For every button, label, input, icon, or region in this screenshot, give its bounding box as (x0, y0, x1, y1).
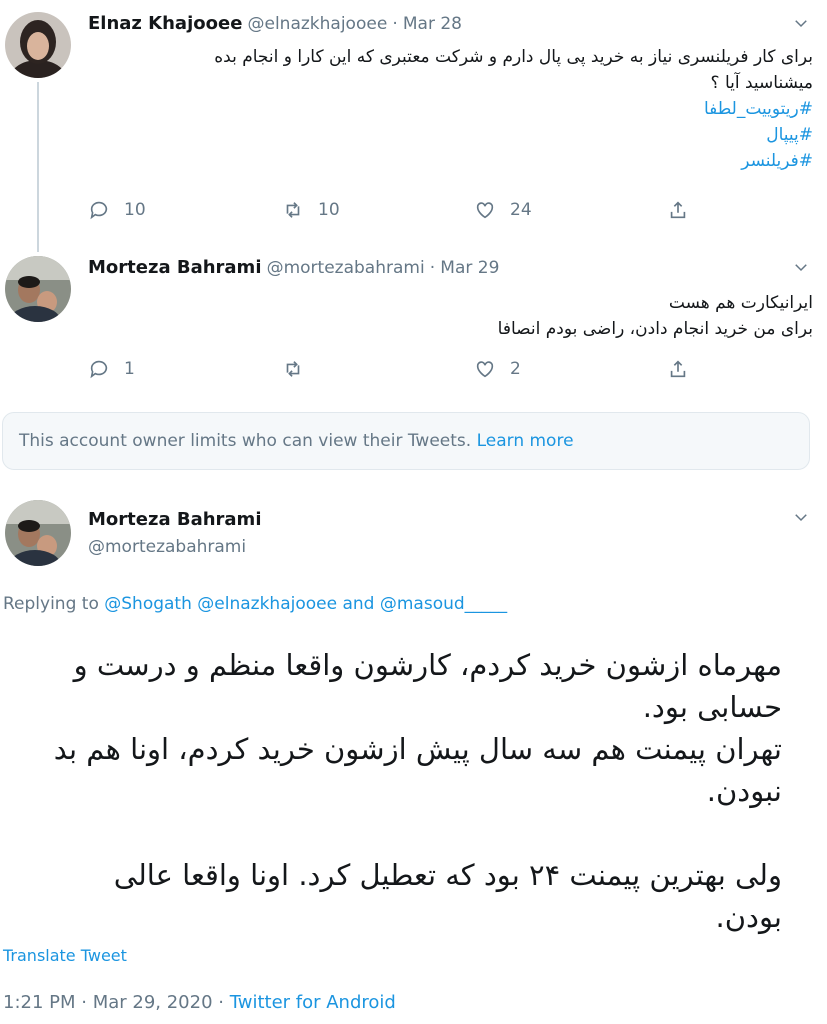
replying-and: and (342, 594, 375, 614)
heart-icon (476, 202, 494, 219)
tweet1-header: Elnaz Khajooee @elnazkhajooee · Mar 28 (88, 13, 462, 34)
tweet2-text: ایرانیکارت هم هست برای من خرید انجام داد… (100, 290, 813, 342)
reply-count: 1 (124, 359, 135, 379)
avatar-elnaz[interactable] (5, 12, 71, 78)
tweet-text-line: میشناسید آیا ؟ (710, 73, 813, 93)
author-name[interactable]: Morteza Bahrami (88, 509, 262, 530)
tweet2-header: Morteza Bahrami @mortezabahrami · Mar 29 (88, 257, 499, 278)
main-tweet-text: مهرماه ازشون خرید کردم، کارشون واقعا منظ… (30, 644, 782, 938)
tweet-text-line: ولی بهترین پیمنت ۲۴ بود که تعطیل کرد. او… (113, 858, 782, 892)
tweet-text-line: برای کار فریلنسری نیاز به خرید پی پال دا… (214, 47, 813, 67)
author-handle[interactable]: @mortezabahrami (267, 258, 425, 278)
reply-icon (90, 201, 108, 220)
heart-icon (476, 361, 494, 378)
share-button[interactable] (667, 358, 703, 380)
tweet-timestamp[interactable]: 1:21 PM · Mar 29, 2020 · (3, 992, 224, 1013)
hashtag-link[interactable]: #فریلنسر (100, 148, 813, 174)
replying-prefix: Replying to (3, 594, 99, 614)
reply-button[interactable]: 1 (88, 358, 135, 380)
chevron-down-icon[interactable] (792, 14, 810, 36)
reply-button[interactable]: 10 (88, 199, 146, 221)
hashtag-link[interactable]: #ریتوییت_لطفا (100, 96, 813, 122)
tweet-date[interactable]: Mar 28 (403, 14, 462, 34)
like-button[interactable]: 24 (474, 199, 532, 221)
like-button[interactable]: 2 (474, 358, 521, 380)
tweet-text-line: تهران پیمنت هم سه سال پیش ازشون خرید کرد… (53, 732, 782, 766)
retweet-button[interactable] (282, 358, 318, 380)
retweet-button[interactable]: 10 (282, 199, 340, 221)
replying-to: Replying to @Shogath @elnazkhajooee and … (3, 594, 507, 614)
tweet-source-link[interactable]: Twitter for Android (230, 992, 396, 1013)
author-handle[interactable]: @elnazkhajooee (248, 14, 388, 34)
mention-link[interactable]: @masoud_____ (380, 594, 507, 614)
retweet-count: 10 (318, 200, 340, 220)
mention-link[interactable]: @elnazkhajooee (197, 594, 337, 614)
chevron-down-icon[interactable] (792, 258, 810, 280)
tweet-text-line: بودن. (715, 900, 782, 934)
thread-line (37, 82, 39, 252)
hashtag-link[interactable]: #پیپال (100, 122, 813, 148)
tweet-text-line: حسابی بود. (642, 690, 782, 724)
share-icon (670, 360, 686, 378)
retweet-icon (286, 202, 300, 218)
share-button[interactable] (667, 199, 703, 221)
separator: · (392, 14, 398, 34)
notice-text: This account owner limits who can view t… (19, 431, 472, 451)
tweet-text-line: نبودن. (706, 774, 782, 808)
author-handle[interactable]: @mortezabahrami (88, 537, 246, 557)
tweet-text-line: مهرماه ازشون خرید کردم، کارشون واقعا منظ… (73, 648, 782, 682)
like-count: 2 (510, 359, 521, 379)
reply-count: 10 (124, 200, 146, 220)
separator: · (429, 258, 436, 278)
tweet-timestamp-row: 1:21 PM · Mar 29, 2020 · Twitter for And… (3, 992, 396, 1013)
tweet1-text: برای کار فریلنسری نیاز به خرید پی پال دا… (100, 44, 813, 174)
like-count: 24 (510, 200, 532, 220)
learn-more-link[interactable]: Learn more (477, 431, 574, 451)
protected-account-notice: This account owner limits who can view t… (2, 412, 810, 470)
translate-tweet-link[interactable]: Translate Tweet (3, 946, 127, 965)
author-name[interactable]: Elnaz Khajooee (88, 13, 242, 34)
retweet-icon (286, 361, 300, 377)
chevron-down-icon[interactable] (792, 508, 810, 530)
share-icon (670, 201, 686, 219)
tweet-text-line: برای من خرید انجام دادن، راضی بودم انصاف… (497, 319, 813, 339)
avatar-morteza[interactable] (5, 500, 71, 566)
mention-link[interactable]: @Shogath (104, 594, 192, 614)
reply-icon (90, 360, 108, 379)
avatar-morteza[interactable] (5, 256, 71, 322)
tweet-text-line: ایرانیکارت هم هست (668, 293, 813, 313)
tweet-date[interactable]: Mar 29 (440, 258, 499, 278)
author-name[interactable]: Morteza Bahrami (88, 257, 262, 278)
